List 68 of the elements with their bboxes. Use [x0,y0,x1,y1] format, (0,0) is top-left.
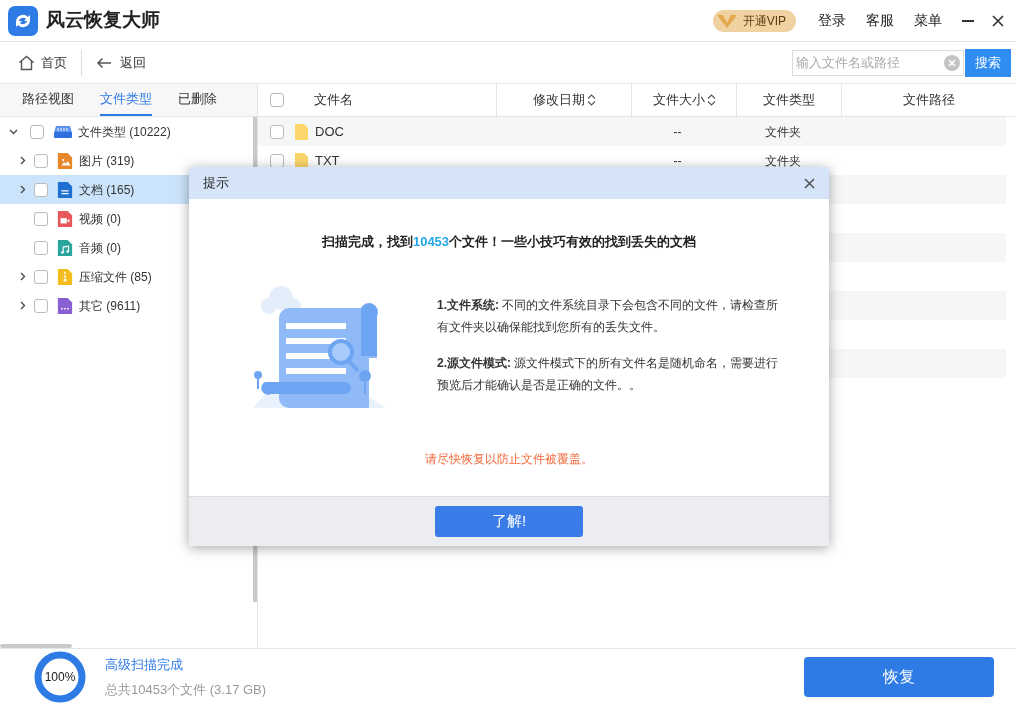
search-field[interactable]: 输入文件名或路径 [792,49,964,76]
tree-row[interactable]: 视频 (0) [0,204,257,233]
column-header[interactable]: 文件大小 [652,90,716,110]
table-cell-text: -- [672,123,683,141]
back-button[interactable]: 返回 [96,52,146,73]
close-icon[interactable] [992,14,1004,27]
checkbox[interactable] [34,240,48,255]
app-title: 风云恢复大师 [46,8,160,33]
checkbox[interactable] [270,153,284,168]
tree-row[interactable]: 其它 (9611) [0,291,257,320]
sort-icon[interactable] [586,94,596,106]
close-icon[interactable] [804,177,815,189]
chevron-right-icon[interactable] [20,272,26,281]
app-logo-icon [8,5,38,36]
view-tab[interactable]: 路径视图 [22,88,74,116]
menu-link[interactable]: 菜单 [914,10,942,31]
folder-icon [295,152,308,169]
scan-summary: 总共10453个文件 (3.17 GB) [105,681,267,699]
table-cell-text: DOC [315,122,345,141]
chevron-right-icon[interactable] [20,156,26,165]
checkbox[interactable] [270,93,284,107]
view-tab[interactable]: 已删除 [178,88,217,116]
clear-icon[interactable] [944,54,960,71]
column-header[interactable]: 文件路径 [903,90,955,110]
horizontal-scrollbar[interactable] [0,644,72,648]
home-icon [18,54,35,71]
table-cell-text: TXT [315,151,341,170]
checkbox[interactable] [34,211,48,226]
recover-button[interactable]: 恢复 [804,657,994,697]
column-header[interactable]: 文件类型 [763,90,815,110]
v-logo-icon [714,12,739,29]
checkbox[interactable] [30,124,44,139]
table-row[interactable]: DOC -- 文件夹 [258,117,1006,146]
minimize-icon[interactable] [962,19,974,22]
table-cell-text: -- [672,152,683,170]
back-arrow-icon [96,56,112,69]
dialog-title: 提示 [203,174,230,193]
progress-ring: 100% [33,650,87,704]
menu-link[interactable]: 客服 [866,10,894,31]
table-cell-text: 文件夹 [763,123,802,141]
checkbox[interactable] [270,124,284,139]
checkbox[interactable] [34,153,48,168]
chevron-down-icon[interactable] [8,128,18,135]
checkbox[interactable] [34,298,48,313]
home-button[interactable]: 首页 [18,52,67,73]
chevron-right-icon[interactable] [20,185,26,194]
tree-row[interactable]: 图片 (319) [0,146,257,175]
dialog-headline: 扫描完成，找到10453个文件！一些小技巧有效的找到丢失的文档 [320,233,698,251]
checkbox[interactable] [34,269,48,284]
folder-icon [295,123,308,140]
tip-text: 2.源文件模式: 源文件模式下的所有文件名是随机命名，需要进行预览后才能确认是否是正确的文件。。 [437,354,780,394]
checkbox[interactable] [34,182,48,197]
drive-icon [53,124,73,139]
scan-status: 高级扫描完成 [105,655,184,674]
tree-row[interactable]: 压缩文件 (85) [0,262,257,291]
menu-link[interactable]: 登录 [818,10,846,31]
ok-button[interactable]: 了解! [435,506,583,537]
sort-icon[interactable] [706,94,716,106]
tree-row[interactable]: 音频 (0) [0,233,257,262]
tip-text: 1.文件系统: 不同的文件系统目录下会包含不同的文件，请检查所有文件夹以确保能找到您所有的丢失文件。 [437,296,780,336]
table-cell-text: 文件夹 [763,152,802,170]
warning-text: 请尽快恢复以防止文件被覆盖。 [424,451,594,468]
chevron-right-icon[interactable] [20,301,26,310]
vip-button[interactable]: 开通VIP [712,9,796,32]
column-header[interactable]: 修改日期 [532,90,596,110]
view-tab[interactable]: 文件类型 [100,88,152,116]
tree-label[interactable]: 文件类型 (10222) [78,122,171,141]
column-header[interactable]: 文件名 [314,90,353,110]
